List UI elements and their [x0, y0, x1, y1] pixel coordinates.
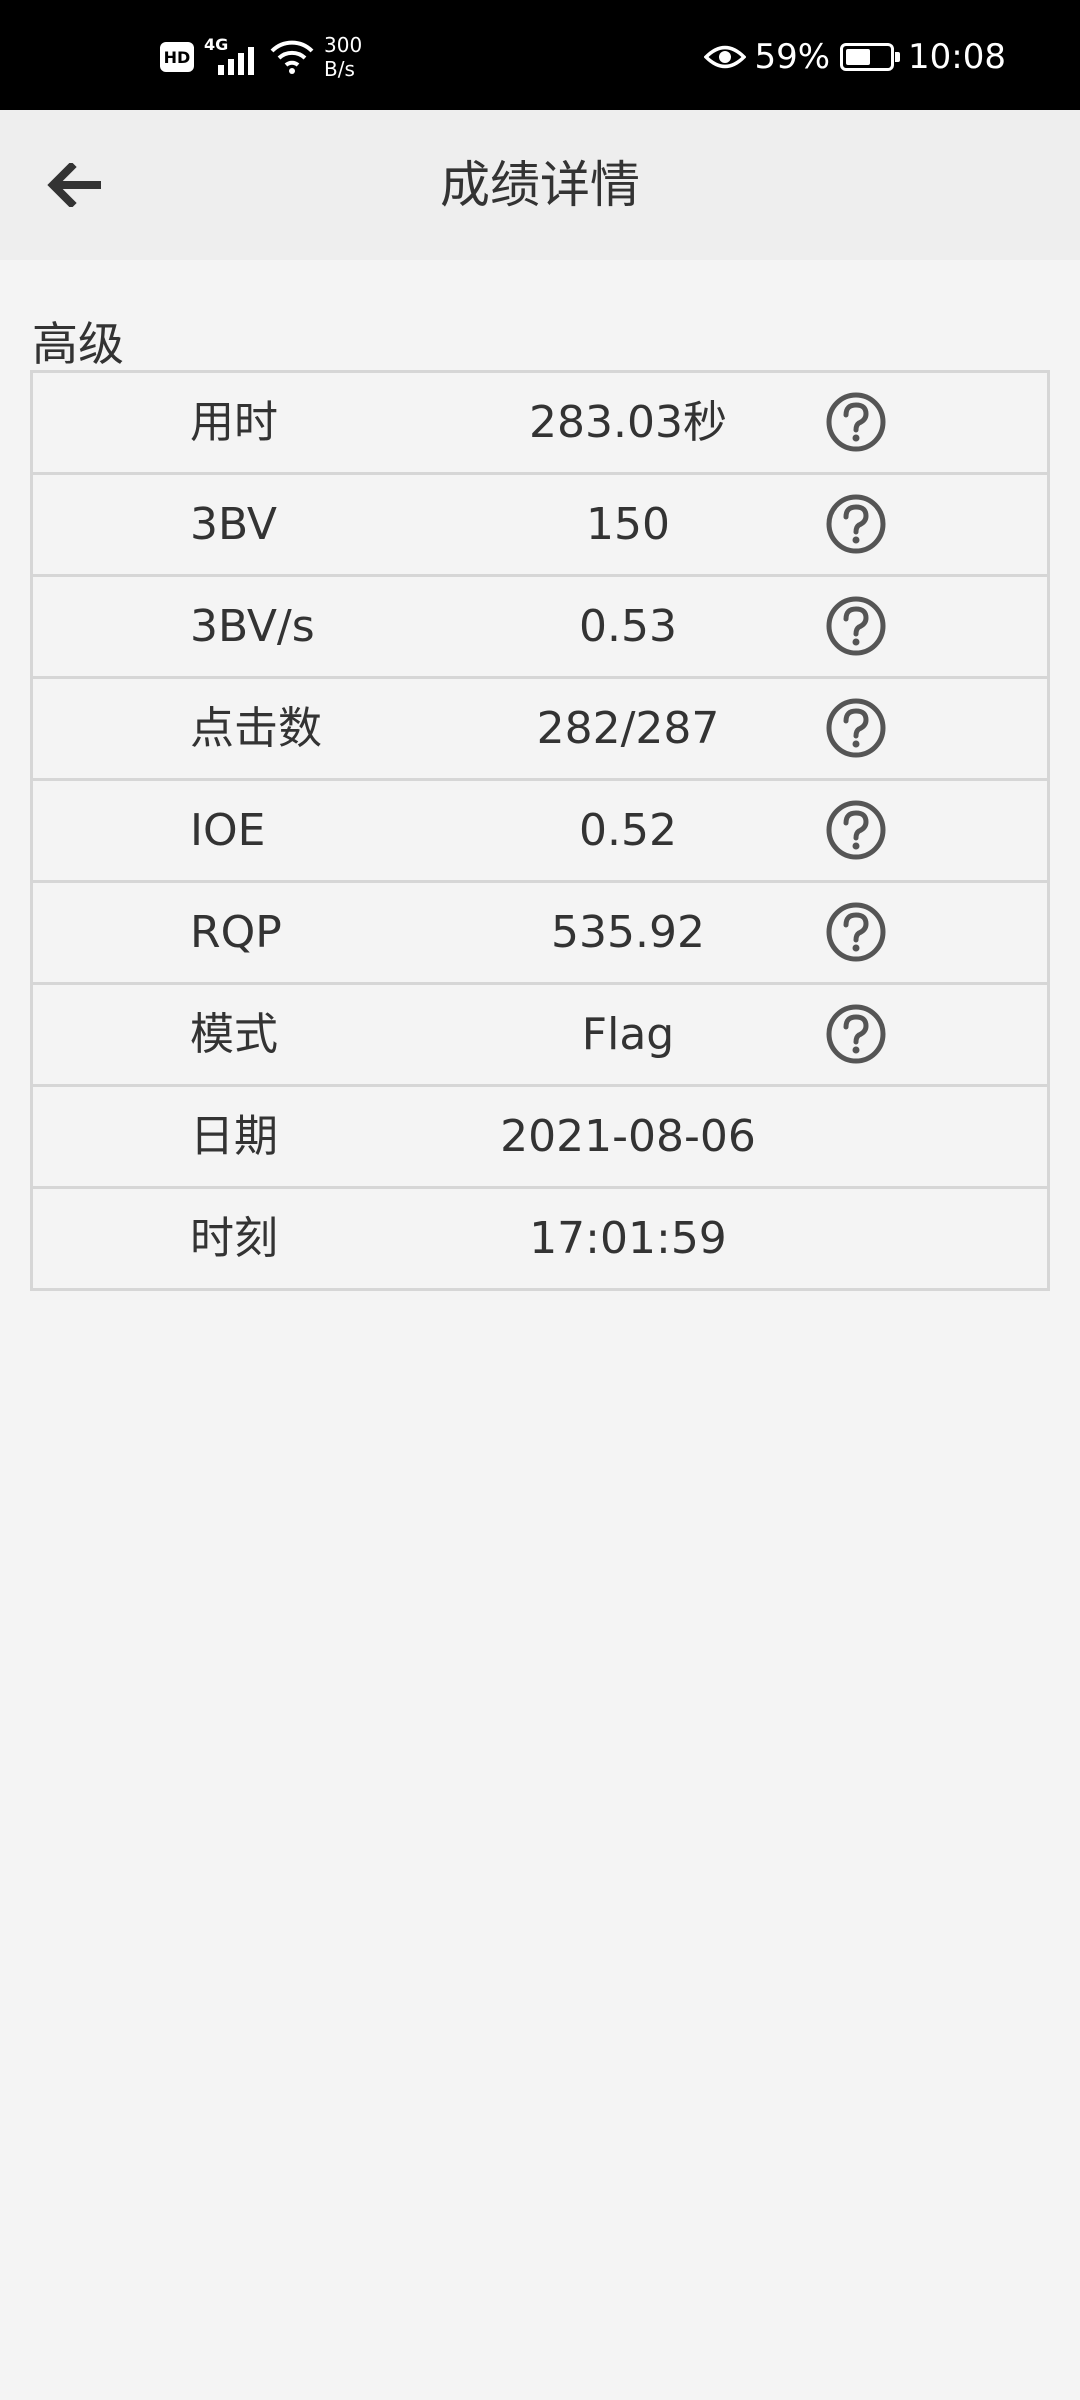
cellular-signal-icon: 4G [204, 35, 260, 77]
stats-row-value: 282/287 [536, 703, 720, 754]
status-bar-left: HD 4G 300 B/s [160, 32, 362, 82]
question-circle-icon [826, 698, 886, 758]
stats-row-label: RQP [190, 907, 282, 958]
stats-row: 模式 Flag [33, 985, 1047, 1087]
network-speed: 300 B/s [324, 33, 362, 81]
stats-row-value: 150 [586, 499, 670, 550]
app-bar: 成绩详情 [0, 110, 1080, 260]
clock: 10:08 [908, 37, 1006, 77]
help-button[interactable] [825, 1003, 887, 1065]
stats-row-label: 模式 [190, 1009, 278, 1060]
page-title: 成绩详情 [440, 156, 640, 214]
wifi-icon [270, 40, 314, 74]
stats-row-label: 日期 [190, 1111, 278, 1162]
help-button[interactable] [825, 595, 887, 657]
stats-row: 时刻 17:01:59 [33, 1189, 1047, 1288]
battery-icon [840, 43, 901, 71]
stats-row-value: 17:01:59 [529, 1213, 727, 1264]
question-circle-icon [826, 800, 886, 860]
back-button[interactable] [30, 148, 120, 222]
help-button[interactable] [825, 799, 887, 861]
network-type-label: 4G [204, 35, 229, 54]
stats-row-label: 用时 [190, 397, 278, 448]
battery-percentage: 59% [754, 37, 831, 77]
help-button[interactable] [825, 901, 887, 963]
network-speed-value: 300 [324, 33, 363, 57]
arrow-left-icon [47, 163, 101, 207]
question-circle-icon [826, 596, 886, 656]
hd-icon: HD [160, 42, 194, 72]
help-button[interactable] [825, 391, 887, 453]
stats-row-label: 3BV [190, 499, 277, 550]
stats-row: IOE 0.52 [33, 781, 1047, 883]
stats-row: 用时 283.03秒 [33, 373, 1047, 475]
stats-row-label: IOE [190, 805, 266, 856]
help-button[interactable] [825, 697, 887, 759]
stats-row-value: 0.53 [579, 601, 677, 652]
stats-row-value: Flag [581, 1009, 675, 1060]
stats-row-value: 535.92 [551, 907, 705, 958]
stats-row-label: 时刻 [190, 1213, 278, 1264]
stats-row-value: 2021-08-06 [500, 1111, 756, 1162]
stats-row: 3BV 150 [33, 475, 1047, 577]
question-circle-icon [826, 392, 886, 452]
stats-table: 用时 283.03秒 3BV 150 3BV/s 0.53 点击数 282/287 IOE 0.5… [30, 370, 1050, 1291]
stats-row-label: 3BV/s [190, 601, 315, 652]
status-bar: HD 4G 300 B/s 59% 10:08 [0, 0, 1080, 110]
stats-row-label: 点击数 [190, 703, 322, 754]
help-button[interactable] [825, 493, 887, 555]
stats-row: RQP 535.92 [33, 883, 1047, 985]
question-circle-icon [826, 494, 886, 554]
question-circle-icon [826, 1004, 886, 1064]
network-speed-unit: B/s [324, 57, 355, 81]
stats-row-value: 283.03秒 [529, 397, 727, 448]
status-bar-right: 59% 10:08 [704, 32, 1006, 82]
stats-row-value: 0.52 [579, 805, 677, 856]
eye-icon [704, 45, 747, 69]
question-circle-icon [826, 902, 886, 962]
stats-row: 点击数 282/287 [33, 679, 1047, 781]
stats-row: 日期 2021-08-06 [33, 1087, 1047, 1189]
section-title: 高级 [32, 317, 124, 371]
stats-row: 3BV/s 0.53 [33, 577, 1047, 679]
